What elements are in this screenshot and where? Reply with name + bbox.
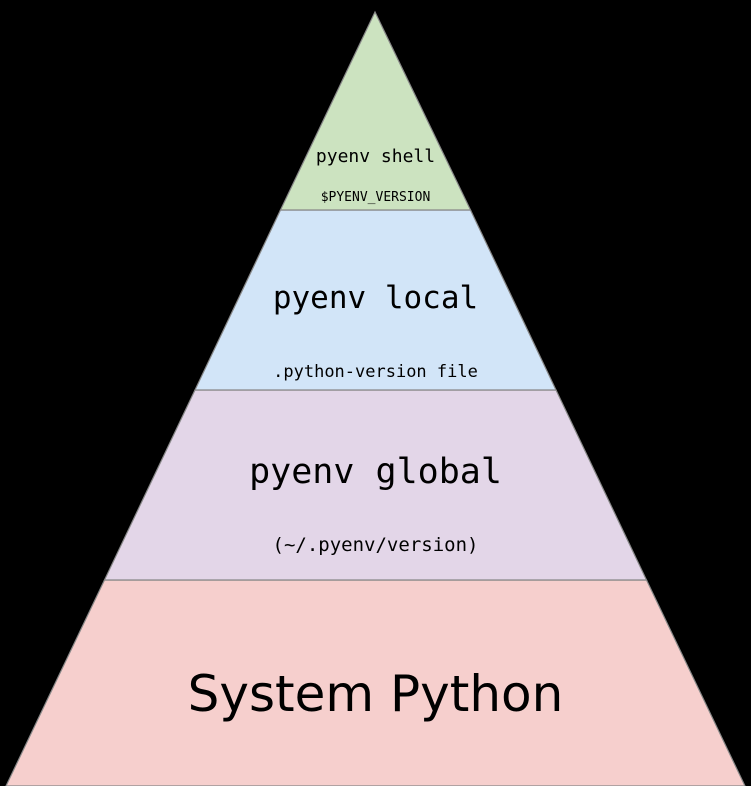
pyenv-priority-pyramid <box>0 0 751 786</box>
layer-pyenv-local <box>195 210 556 390</box>
layer-system-python <box>6 580 745 786</box>
layer-pyenv-global <box>105 390 647 580</box>
layer-pyenv-shell <box>281 12 471 210</box>
